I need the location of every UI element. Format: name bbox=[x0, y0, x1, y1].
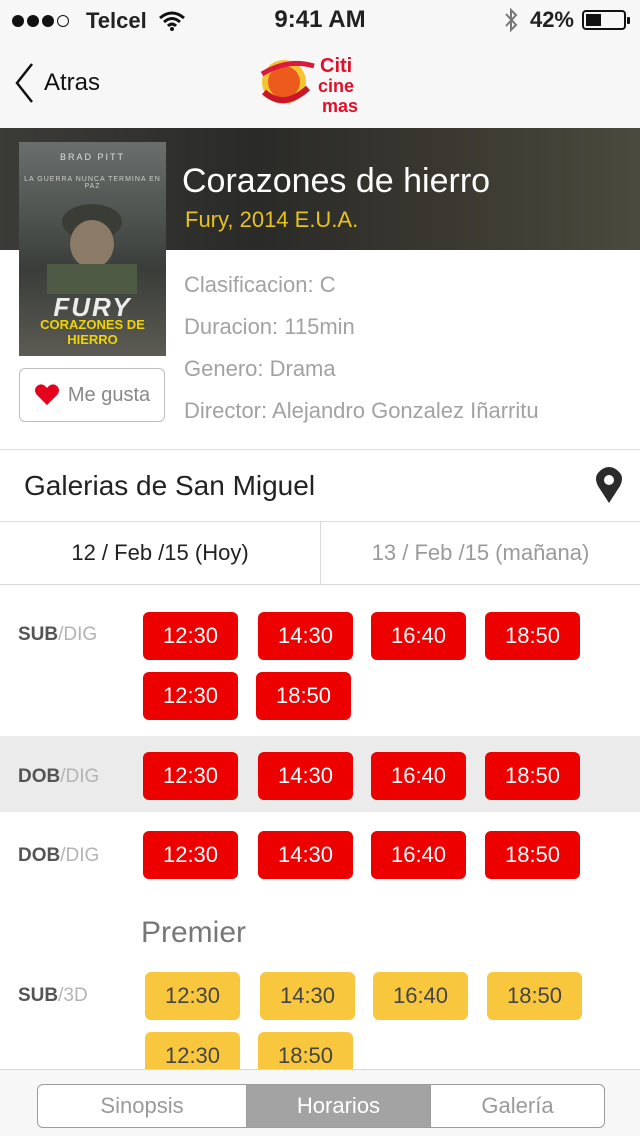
premier-showtime-button[interactable]: 18:50 bbox=[487, 972, 582, 1020]
cinema-name: Galerias de San Miguel bbox=[24, 470, 316, 501]
showtime-button[interactable]: 16:40 bbox=[371, 831, 466, 879]
format-type: 3D bbox=[63, 985, 88, 1006]
movie-title: Corazones de hierro bbox=[182, 162, 491, 200]
poster-spanish-title: CORAZONES DE HIERRO bbox=[40, 317, 145, 347]
status-bar: Telcel 9:41 AM 42% bbox=[0, 0, 640, 40]
showtime-button[interactable]: 12:30 bbox=[143, 672, 238, 720]
divider bbox=[0, 449, 640, 450]
premier-heading: Premier bbox=[141, 916, 247, 949]
chevron-left-icon bbox=[15, 63, 33, 103]
format-lang: SUB bbox=[18, 985, 59, 1006]
divider bbox=[0, 584, 640, 585]
showtime-button[interactable]: 14:30 bbox=[258, 831, 353, 879]
premier-showtime-button[interactable]: 16:40 bbox=[373, 972, 468, 1020]
tab-horarios[interactable]: Horarios bbox=[247, 1085, 430, 1127]
date-tab-today[interactable]: 12 / Feb /15 (Hoy) bbox=[0, 522, 320, 584]
location-pin-icon[interactable] bbox=[594, 466, 624, 504]
battery-area: 42% bbox=[504, 7, 630, 33]
showtime-button[interactable]: 12:30 bbox=[143, 612, 238, 660]
back-button[interactable]: Atras bbox=[14, 62, 100, 104]
showtime-button[interactable]: 14:30 bbox=[258, 612, 353, 660]
format-lang: DOB bbox=[18, 766, 61, 787]
battery-fill bbox=[586, 14, 601, 26]
bluetooth-icon bbox=[505, 8, 518, 32]
tab-sinopsis[interactable]: Sinopsis bbox=[38, 1085, 247, 1127]
format-label-dob-dig: DOB/DIG bbox=[18, 845, 100, 866]
movie-director: Director: Alejandro Gonzalez Iñarritu bbox=[184, 398, 539, 423]
movie-genre: Genero: Drama bbox=[184, 356, 336, 381]
format-label-sub-dig: SUB/DIG bbox=[18, 624, 98, 645]
movie-rating: Clasificacion: C bbox=[184, 272, 336, 297]
showtime-button[interactable]: 12:30 bbox=[143, 831, 238, 879]
format-type: DIG bbox=[65, 766, 100, 787]
format-lang: SUB bbox=[18, 624, 59, 645]
poster-actor: BRAD PITT bbox=[59, 152, 125, 162]
nav-bar: Atras Citi cine mas bbox=[0, 40, 640, 128]
movie-poster: BRAD PITT LA GUERRA NUNCA TERMINA EN PAZ… bbox=[19, 142, 166, 356]
logo-text-2: cine bbox=[318, 76, 354, 96]
battery-percent: 42% bbox=[529, 7, 574, 32]
format-type: DIG bbox=[63, 624, 98, 645]
segmented-control: Sinopsis Horarios Galería bbox=[37, 1084, 605, 1128]
poster-tagline: LA GUERRA NUNCA TERMINA EN PAZ bbox=[24, 176, 161, 190]
tab-galeria[interactable]: Galería bbox=[430, 1085, 604, 1127]
movie-subtitle: Fury, 2014 E.U.A. bbox=[185, 207, 359, 232]
battery-icon bbox=[582, 10, 630, 30]
format-label-dob-dig: DOB/DIG bbox=[18, 766, 100, 787]
logo-text-1: Citi bbox=[320, 55, 352, 77]
showtime-button[interactable]: 16:40 bbox=[371, 752, 466, 800]
format-type: DIG bbox=[65, 845, 100, 866]
format-label-sub-3d: SUB/3D bbox=[18, 985, 88, 1006]
like-button[interactable]: Me gusta bbox=[19, 368, 165, 422]
bottom-tab-bar: Sinopsis Horarios Galería bbox=[0, 1069, 640, 1136]
back-label: Atras bbox=[44, 69, 101, 96]
movie-duration: Duracion: 115min bbox=[184, 314, 355, 339]
format-lang: DOB bbox=[18, 845, 61, 866]
showtime-button[interactable]: 12:30 bbox=[143, 752, 238, 800]
citicinemas-logo: Citi cine mas bbox=[260, 55, 358, 116]
premier-showtime-button[interactable]: 14:30 bbox=[260, 972, 355, 1020]
like-label: Me gusta bbox=[67, 383, 151, 406]
showtime-button[interactable]: 18:50 bbox=[256, 672, 351, 720]
showtime-button[interactable]: 18:50 bbox=[485, 612, 580, 660]
showtime-button[interactable]: 14:30 bbox=[258, 752, 353, 800]
showtime-button[interactable]: 18:50 bbox=[485, 831, 580, 879]
logo-text-3: mas bbox=[322, 96, 358, 116]
date-tab-tomorrow[interactable]: 13 / Feb /15 (mañana) bbox=[321, 522, 640, 584]
showtime-button[interactable]: 18:50 bbox=[485, 752, 580, 800]
showtime-button[interactable]: 16:40 bbox=[371, 612, 466, 660]
poster-soldier-image bbox=[47, 204, 137, 294]
premier-showtime-button[interactable]: 12:30 bbox=[145, 972, 240, 1020]
heart-icon bbox=[34, 384, 59, 405]
